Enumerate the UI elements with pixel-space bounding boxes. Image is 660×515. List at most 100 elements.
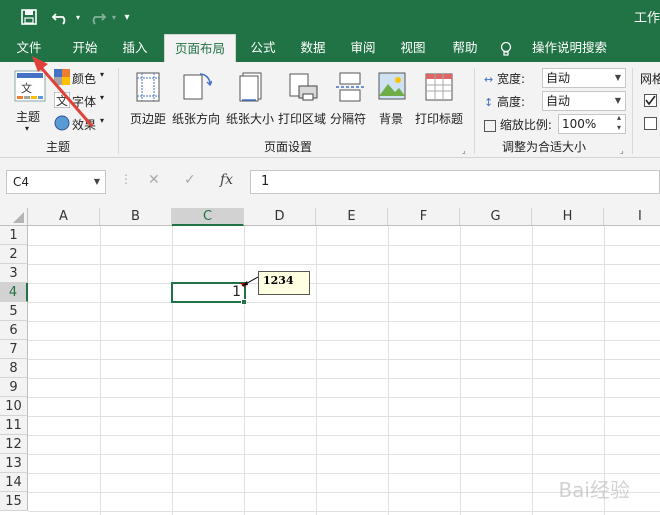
row-header[interactable]: 4: [0, 283, 28, 302]
column-header[interactable]: E: [316, 208, 388, 226]
scale-launcher-icon[interactable]: ⌟: [620, 146, 624, 155]
row-header[interactable]: 10: [0, 397, 28, 416]
row-header[interactable]: 11: [0, 416, 28, 435]
row-header[interactable]: 7: [0, 340, 28, 359]
width-value: 自动: [546, 71, 571, 85]
row-header[interactable]: 1: [0, 226, 28, 245]
column-header[interactable]: H: [532, 208, 604, 226]
gridline: [532, 226, 533, 515]
paper-size-icon: [238, 72, 264, 105]
height-value: 自动: [546, 94, 571, 108]
select-all-corner[interactable]: [0, 208, 28, 226]
size-button[interactable]: 纸张大小: [226, 68, 276, 130]
gridline: [28, 359, 660, 360]
breaks-icon: [336, 72, 364, 105]
spinner-icon[interactable]: ▴ ▾: [617, 113, 621, 133]
tell-me-search[interactable]: 操作说明搜索: [500, 34, 620, 62]
size-label: 纸张大小: [226, 112, 275, 126]
height-select[interactable]: 自动 ▼: [542, 91, 626, 111]
tell-me-label: 操作说明搜索: [531, 40, 607, 55]
gridline: [28, 435, 660, 436]
group-divider: [118, 68, 119, 154]
column-header[interactable]: C: [172, 208, 244, 226]
gridline: [28, 378, 660, 379]
row-header[interactable]: 3: [0, 264, 28, 283]
redo-dropdown-icon[interactable]: ▾: [108, 6, 120, 28]
column-header[interactable]: B: [100, 208, 172, 226]
margins-label: 页边距: [130, 112, 167, 126]
orientation-label: 纸张方向: [172, 112, 221, 126]
row-header[interactable]: 12: [0, 435, 28, 454]
gridline: [316, 226, 317, 515]
chevron-down-icon: ▼: [93, 177, 100, 186]
ribbon-page-layout: 文 主题 ▾ 颜色 ▾ 文 字体 ▾ 效果 ▾ 主题 页边距 纸张方向 纸张大小…: [0, 62, 660, 158]
tab-data[interactable]: 数据: [290, 34, 336, 62]
row-header[interactable]: 2: [0, 245, 28, 264]
tab-view[interactable]: 视图: [390, 34, 436, 62]
scale-row: 缩放比例:: [484, 116, 552, 133]
tab-insert[interactable]: 插入: [112, 34, 158, 62]
scale-icon: [484, 119, 496, 132]
column-header[interactable]: F: [388, 208, 460, 226]
orientation-button[interactable]: 纸张方向: [172, 68, 222, 130]
formula-input[interactable]: 1: [250, 170, 660, 194]
chevron-down-icon: ▼: [614, 73, 621, 82]
row-header[interactable]: 15: [0, 492, 28, 511]
customize-icon[interactable]: ▾: [120, 6, 134, 28]
worksheet-grid[interactable]: A B C D E F G H I 1 2 3 4 5 6 7 8 9 10 1…: [0, 208, 660, 515]
row-header[interactable]: 6: [0, 321, 28, 340]
page-setup-group-label: 页面设置: [264, 140, 313, 154]
gridline: [28, 340, 660, 341]
row-header[interactable]: 14: [0, 473, 28, 492]
row-header[interactable]: 8: [0, 359, 28, 378]
comment-box[interactable]: 1234: [258, 271, 310, 295]
background-button[interactable]: 背景: [374, 68, 410, 130]
insert-function-icon[interactable]: fx: [220, 172, 233, 188]
gridline: [244, 226, 245, 515]
width-icon: ↔: [484, 73, 494, 86]
scale-spinner[interactable]: 100% ▴ ▾: [558, 113, 626, 134]
column-header[interactable]: D: [244, 208, 316, 226]
column-header[interactable]: G: [460, 208, 532, 226]
name-box[interactable]: C4 ▼: [6, 170, 106, 194]
print-titles-button[interactable]: 打印标题: [412, 68, 466, 130]
gridline: [388, 226, 389, 515]
breaks-button[interactable]: 分隔符: [330, 68, 370, 130]
lightbulb-icon: [500, 34, 514, 62]
gridline: [100, 226, 101, 515]
row-header[interactable]: 9: [0, 378, 28, 397]
gridline: [28, 511, 660, 512]
gridline: [28, 416, 660, 417]
gridline: [172, 226, 173, 515]
margins-button[interactable]: 页边距: [126, 68, 170, 130]
width-select[interactable]: 自动 ▼: [542, 68, 626, 88]
column-header[interactable]: A: [28, 208, 100, 226]
orientation-icon: [182, 72, 213, 105]
enter-icon[interactable]: ✓: [184, 172, 196, 188]
gridline: [28, 321, 660, 322]
gridlines-print-checkbox[interactable]: [644, 117, 657, 130]
group-divider: [632, 68, 633, 154]
row-header[interactable]: 5: [0, 302, 28, 321]
cancel-icon[interactable]: ✕: [148, 172, 160, 188]
redo-icon[interactable]: [86, 6, 108, 28]
undo-icon[interactable]: [50, 6, 72, 28]
row-header[interactable]: 13: [0, 454, 28, 473]
gridlines-view-checkbox[interactable]: [644, 94, 657, 107]
save-icon[interactable]: [18, 6, 40, 28]
window-title: 工作: [633, 11, 660, 26]
tab-review[interactable]: 审阅: [340, 34, 386, 62]
active-cell[interactable]: 1: [171, 282, 246, 303]
page-setup-launcher-icon[interactable]: ⌟: [462, 146, 466, 155]
tab-help[interactable]: 帮助: [442, 34, 488, 62]
tab-page-layout[interactable]: 页面布局: [164, 34, 236, 62]
fill-handle[interactable]: [241, 299, 247, 305]
gridline: [28, 283, 660, 284]
effects-dropdown-icon: ▾: [100, 116, 105, 125]
print-area-button[interactable]: 打印区域: [278, 68, 328, 130]
column-header[interactable]: I: [604, 208, 660, 226]
watermark-logo: Bai经验: [558, 478, 630, 502]
tab-formulas[interactable]: 公式: [240, 34, 286, 62]
undo-dropdown-icon[interactable]: ▾: [72, 6, 84, 28]
gridlines-label: 网格: [640, 72, 660, 86]
